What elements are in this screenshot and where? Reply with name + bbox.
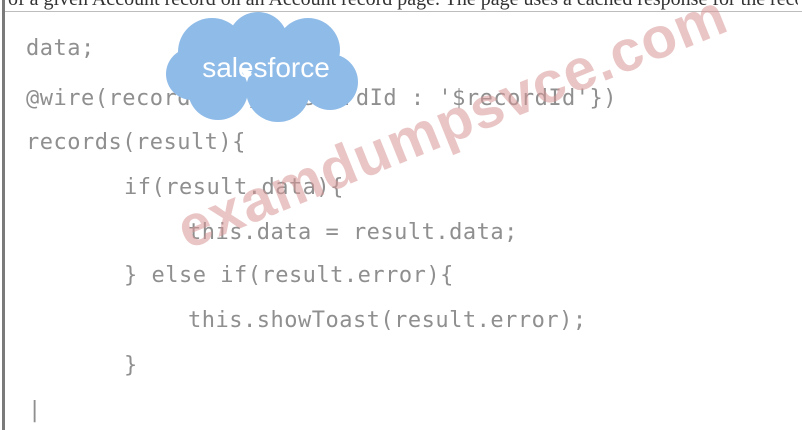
code-line-8: }: [124, 353, 138, 378]
salesforce-logo-text: salesforce: [202, 52, 330, 83]
code-screenshot: of a given Account record on an Account …: [0, 0, 802, 430]
code-line-3: records(result){: [26, 130, 246, 155]
code-line-1: data;: [26, 36, 95, 61]
code-line-7: this.showToast(result.error);: [188, 308, 587, 333]
code-line-9: |: [28, 398, 42, 423]
code-line-6: } else if(result.error){: [124, 263, 454, 288]
